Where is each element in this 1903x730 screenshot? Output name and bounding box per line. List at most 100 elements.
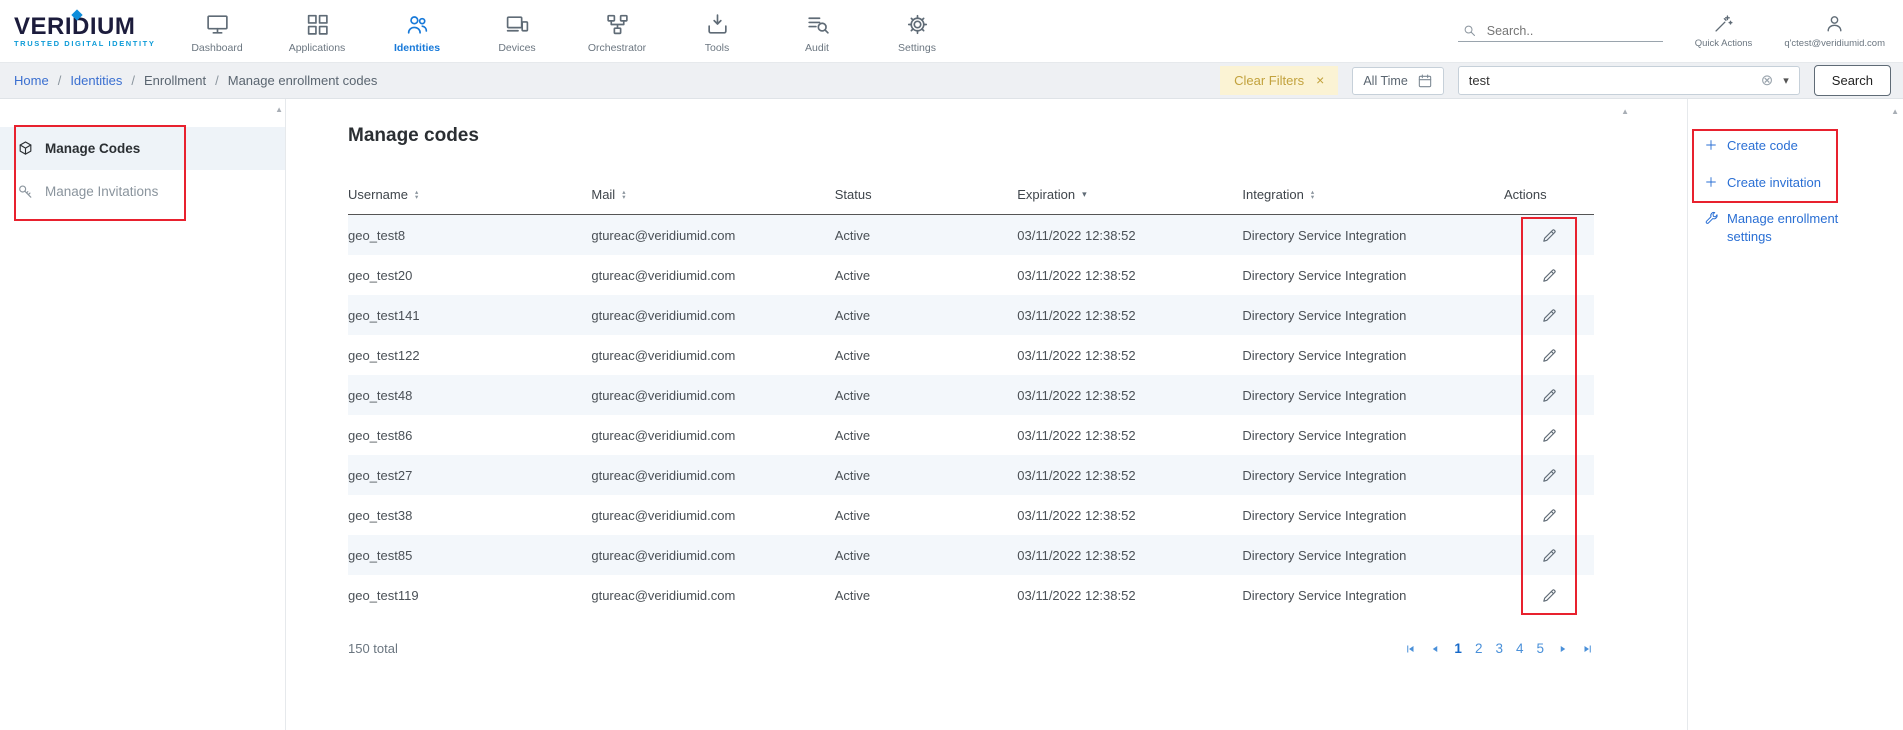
page-scrollbar-up-icon[interactable]: ▲: [1891, 107, 1899, 116]
cell-status: Active: [835, 348, 1018, 363]
edit-pencil-icon[interactable]: [1541, 307, 1558, 324]
edit-pencil-icon[interactable]: [1541, 347, 1558, 364]
pagination: 12345: [1404, 641, 1594, 656]
global-search[interactable]: [1458, 20, 1663, 42]
nav-item-dashboard[interactable]: Dashboard: [167, 8, 267, 54]
manage-settings-label: Manage enrollment settings: [1727, 210, 1841, 245]
manage-enrollment-settings-link[interactable]: Manage enrollment settings: [1704, 210, 1893, 245]
column-label: Integration: [1242, 187, 1303, 202]
table-header-row: Username▴▾Mail▴▾StatusExpiration▾Integra…: [348, 175, 1594, 215]
sort-both-icon: ▴▾: [415, 190, 418, 200]
breadcrumb: Home/Identities/Enrollment/Manage enroll…: [14, 73, 377, 88]
column-header-username[interactable]: Username▴▾: [348, 187, 591, 202]
nav-label-devices: Devices: [498, 42, 535, 54]
page-number[interactable]: 2: [1475, 641, 1483, 656]
sidebar-item-label: Manage Invitations: [45, 184, 158, 199]
column-header-expiration[interactable]: Expiration▾: [1017, 187, 1242, 202]
cell-mail: gtureac@veridiumid.com: [591, 588, 834, 603]
sidebar-item-manage-invitations[interactable]: Manage Invitations: [0, 170, 285, 213]
cell-integration: Directory Service Integration: [1242, 268, 1504, 283]
table-row: geo_test119gtureac@veridiumid.comActive0…: [348, 575, 1594, 615]
cell-expiration: 03/11/2022 12:38:52: [1017, 388, 1242, 403]
page-number[interactable]: 4: [1516, 641, 1524, 656]
user-menu[interactable]: q'ctest@veridiumid.com: [1784, 13, 1885, 49]
search-icon: [1462, 23, 1477, 38]
nav-label-identities: Identities: [394, 42, 440, 54]
quick-actions-button[interactable]: Quick Actions: [1695, 13, 1753, 49]
page-number[interactable]: 5: [1536, 641, 1544, 656]
clear-filters-label: Clear Filters: [1234, 73, 1304, 88]
veridium-logo[interactable]: VERIDIUM TRUSTED DIGITAL IDENTITY: [14, 15, 157, 48]
edit-pencil-icon[interactable]: [1541, 547, 1558, 564]
left-sidebar: Manage Codes Manage Invitations ▲: [0, 99, 286, 730]
cell-integration: Directory Service Integration: [1242, 388, 1504, 403]
edit-pencil-icon[interactable]: [1541, 387, 1558, 404]
edit-pencil-icon[interactable]: [1541, 267, 1558, 284]
cell-actions: [1504, 587, 1594, 604]
cell-mail: gtureac@veridiumid.com: [591, 348, 834, 363]
cell-actions: [1504, 387, 1594, 404]
breadcrumb-item[interactable]: Home: [14, 73, 49, 88]
cell-username: geo_test27: [348, 468, 591, 483]
column-header-mail[interactable]: Mail▴▾: [591, 187, 834, 202]
cell-integration: Directory Service Integration: [1242, 308, 1504, 323]
nav-item-identities[interactable]: Identities: [367, 8, 467, 54]
cell-status: Active: [835, 268, 1018, 283]
nav-label-dashboard: Dashboard: [191, 42, 242, 54]
table-row: geo_test141gtureac@veridiumid.comActive0…: [348, 295, 1594, 335]
cell-integration: Directory Service Integration: [1242, 508, 1504, 523]
breadcrumb-separator: /: [58, 73, 62, 88]
nav-item-tools[interactable]: Tools: [667, 8, 767, 54]
nav-item-orchestrator[interactable]: Orchestrator: [567, 8, 667, 54]
column-label: Actions: [1504, 187, 1547, 202]
nav-item-settings[interactable]: Settings: [867, 8, 967, 54]
edit-pencil-icon[interactable]: [1541, 587, 1558, 604]
breadcrumb-item[interactable]: Identities: [70, 73, 122, 88]
brand-name: VERIDIUM: [14, 15, 157, 39]
create-code-link[interactable]: Create code: [1704, 133, 1893, 157]
next-page-icon[interactable]: [1557, 643, 1569, 655]
edit-pencil-icon[interactable]: [1541, 427, 1558, 444]
cell-actions: [1504, 307, 1594, 324]
create-invitation-link[interactable]: Create invitation: [1704, 170, 1893, 194]
clear-filters-button[interactable]: Clear Filters ×: [1220, 66, 1338, 95]
last-page-icon[interactable]: [1582, 643, 1594, 655]
nav-item-audit[interactable]: Audit: [767, 8, 867, 54]
cell-integration: Directory Service Integration: [1242, 428, 1504, 443]
main-scrollbar-up-icon[interactable]: ▲: [1621, 107, 1629, 116]
table-body: geo_test8gtureac@veridiumid.comActive03/…: [348, 215, 1594, 615]
table-row: geo_test48gtureac@veridiumid.comActive03…: [348, 375, 1594, 415]
global-search-input[interactable]: [1487, 24, 1647, 38]
edit-pencil-icon[interactable]: [1541, 227, 1558, 244]
edit-pencil-icon[interactable]: [1541, 507, 1558, 524]
quick-actions-wand-icon: [1713, 13, 1734, 34]
page-number[interactable]: 3: [1495, 641, 1503, 656]
cell-expiration: 03/11/2022 12:38:52: [1017, 428, 1242, 443]
page-number[interactable]: 1: [1454, 641, 1462, 656]
nav-item-devices[interactable]: Devices: [467, 8, 567, 54]
filter-search-input[interactable]: [1469, 73, 1761, 88]
cell-username: geo_test38: [348, 508, 591, 523]
sidebar-item-manage-codes[interactable]: Manage Codes: [0, 127, 285, 170]
time-range-filter[interactable]: All Time: [1352, 67, 1443, 95]
column-label: Mail: [591, 187, 615, 202]
search-button[interactable]: Search: [1814, 65, 1891, 96]
cell-status: Active: [835, 428, 1018, 443]
edit-pencil-icon[interactable]: [1541, 467, 1558, 484]
sidebar-scrollbar-up-icon[interactable]: ▲: [275, 105, 283, 114]
column-header-integration[interactable]: Integration▴▾: [1242, 187, 1504, 202]
clear-search-icon[interactable]: ⊗: [1761, 74, 1774, 88]
table-row: geo_test27gtureac@veridiumid.comActive03…: [348, 455, 1594, 495]
main-content: Manage codes Username▴▾Mail▴▾StatusExpir…: [286, 99, 1687, 730]
cell-actions: [1504, 267, 1594, 284]
nav-label-settings: Settings: [898, 42, 936, 54]
page-body: Manage Codes Manage Invitations ▲ Manage …: [0, 99, 1903, 730]
first-page-icon[interactable]: [1404, 643, 1416, 655]
cell-actions: [1504, 507, 1594, 524]
codes-table: Username▴▾Mail▴▾StatusExpiration▾Integra…: [348, 175, 1594, 615]
prev-page-icon[interactable]: [1429, 643, 1441, 655]
search-dropdown-icon[interactable]: ▾: [1783, 74, 1789, 87]
filter-search-box[interactable]: ⊗ ▾: [1458, 66, 1800, 95]
nav-item-applications[interactable]: Applications: [267, 8, 367, 54]
table-row: geo_test38gtureac@veridiumid.comActive03…: [348, 495, 1594, 535]
